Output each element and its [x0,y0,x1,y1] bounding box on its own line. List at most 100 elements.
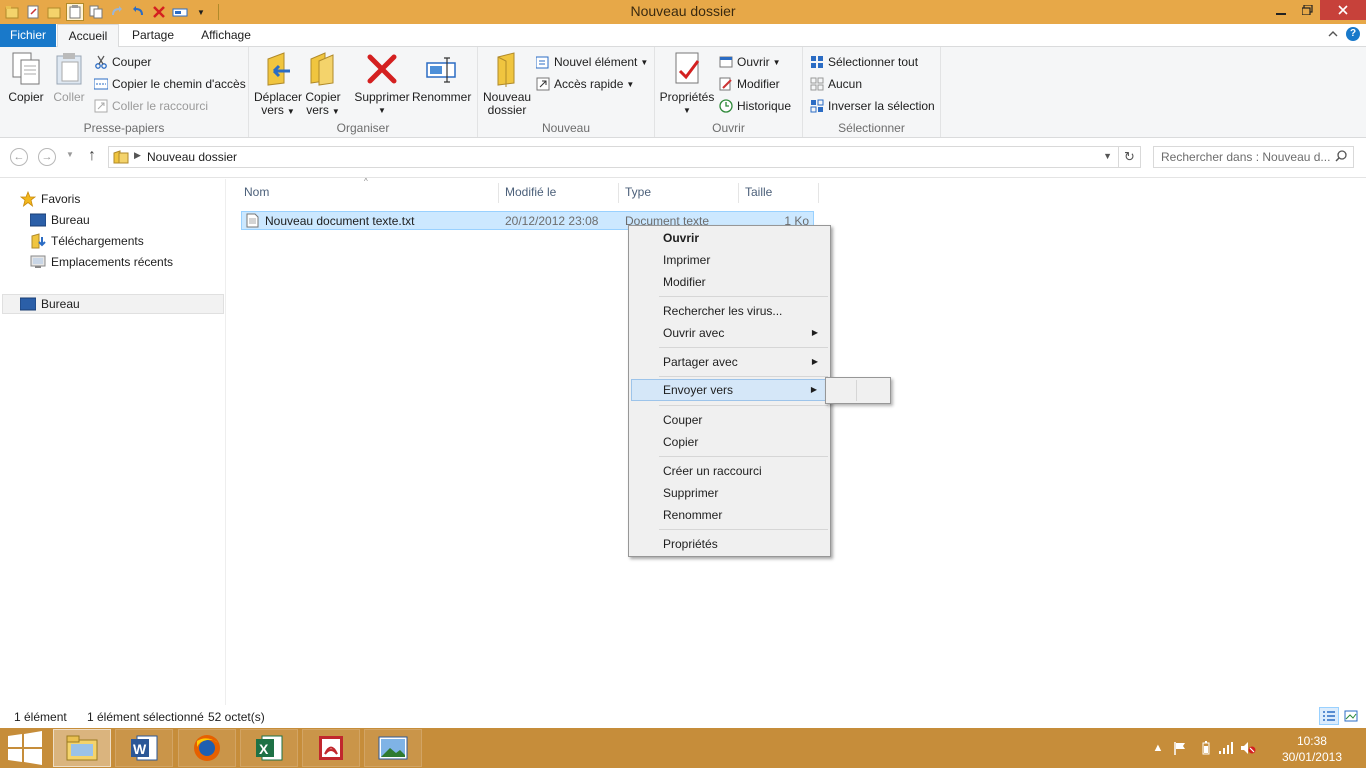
photo-viewer-icon[interactable] [364,729,422,767]
column-header-type[interactable]: Type [621,183,739,203]
nav-item-telechargements[interactable]: Téléchargements [30,231,144,251]
large-icons-view-icon[interactable] [1341,707,1361,725]
rename-button[interactable]: Renommer [412,51,471,104]
column-header-modifie[interactable]: Modifié le [501,183,619,203]
select-none-button[interactable]: Aucun [810,74,862,94]
clock-date: 30/01/2013 [1281,750,1342,764]
close-icon[interactable] [1320,0,1366,20]
easy-access-button[interactable]: Accès rapide ▼ [536,74,634,94]
forward-arrow-icon[interactable]: → [38,148,56,166]
nav-item-bureau[interactable]: Bureau [30,210,90,230]
open-button[interactable]: Ouvrir ▼ [719,52,781,72]
network-signal-icon[interactable] [1218,741,1234,755]
menu-item-renommer[interactable]: Renommer [631,504,828,526]
menu-item-partager-avec[interactable]: Partager avec ▶ [631,351,828,373]
column-header-nom[interactable]: Nom [240,183,499,203]
paste-button[interactable]: Coller [50,51,88,104]
search-icon[interactable] [1335,150,1347,165]
copy-to-button[interactable]: Copier vers ▼ [303,51,343,118]
delete-icon [364,51,400,87]
breadcrumb-chevron-icon[interactable]: ▶ [134,150,141,161]
invert-selection-button[interactable]: Inverser la sélection [810,96,935,116]
firefox-icon[interactable] [178,729,236,767]
star-icon [20,191,36,207]
recent-locations-icon[interactable]: ▼ [66,150,74,159]
copy-button[interactable]: Copier [6,51,46,104]
address-bar[interactable]: ▶ Nouveau dossier ▼ ↻ [108,146,1141,168]
show-hidden-icons-icon[interactable]: ▲ [1150,741,1166,755]
status-selected: 1 élément sélectionné [87,710,204,724]
back-arrow-icon[interactable]: ← [10,148,28,166]
up-arrow-icon[interactable]: ↑ [88,147,96,165]
excel-icon[interactable]: X [240,729,298,767]
menu-item-rechercher-virus[interactable]: Rechercher les virus... [631,300,828,322]
nav-item-favoris[interactable]: Favoris [20,189,80,209]
select-all-button[interactable]: Sélectionner tout [810,52,918,72]
properties-button[interactable]: Propriétés ▼ [659,51,715,117]
maximize-icon[interactable] [1294,0,1320,20]
copy-label: Copier [8,90,44,104]
menu-item-copier[interactable]: Copier [631,431,828,453]
collapse-ribbon-icon[interactable] [1328,27,1338,41]
ribbon: Copier Coller Couper Copier le chemin d'… [0,47,1366,138]
nav-item-bureau-root[interactable]: Bureau [20,294,80,314]
tab-partage[interactable]: Partage [124,24,182,47]
select-group: Sélectionner tout Aucun Inverser la séle… [803,47,941,137]
details-view-icon[interactable] [1319,707,1339,725]
menu-item-creer-raccourci[interactable]: Créer un raccourci [631,460,828,482]
copy-path-icon [94,77,108,91]
move-to-button[interactable]: Déplacer vers ▼ [254,51,302,118]
send-to-submenu[interactable] [825,377,891,404]
file-explorer-icon[interactable] [53,729,111,767]
clock[interactable]: 10:38 30/01/2013 [1282,733,1342,765]
menu-item-imprimer[interactable]: Imprimer [631,249,828,271]
copy-path-button[interactable]: Copier le chemin d'accès [94,74,246,94]
select-none-label: Aucun [828,77,863,91]
invert-selection-label: Inverser la sélection [828,99,935,113]
copy-to-label-2: vers [306,103,329,117]
copy-path-label: Copier le chemin d'accès [112,77,246,91]
tab-fichier[interactable]: Fichier [0,24,56,47]
breadcrumb[interactable]: Nouveau dossier [147,150,237,164]
menu-separator [659,347,828,348]
menu-item-couper[interactable]: Couper [631,409,828,431]
edit-button[interactable]: Modifier [719,74,780,94]
menu-item-envoyer-vers[interactable]: Envoyer vers ▶ [631,379,828,401]
delete-button[interactable]: Supprimer ▼ [353,51,411,117]
battery-icon[interactable] [1198,741,1214,755]
help-icon[interactable]: ? [1346,27,1360,41]
history-button[interactable]: Historique [719,96,791,116]
column-header-taille[interactable]: Taille [741,183,819,203]
properties-icon [669,51,705,87]
select-none-icon [810,77,824,91]
nav-item-emplacements[interactable]: Emplacements récents [30,252,173,272]
menu-item-supprimer[interactable]: Supprimer [631,482,828,504]
paste-shortcut-button[interactable]: Coller le raccourci [94,96,208,116]
acrobat-icon[interactable] [302,729,360,767]
word-icon[interactable]: W [115,729,173,767]
clock-time: 10:38 [1296,734,1327,748]
windows-start-icon[interactable] [2,730,48,766]
refresh-icon[interactable]: ↻ [1118,147,1140,167]
search-input[interactable]: Rechercher dans : Nouveau d... [1153,146,1354,168]
cut-button[interactable]: Couper [94,52,151,72]
new-folder-button[interactable]: Nouveau dossier [483,51,531,117]
tab-accueil[interactable]: Accueil [57,24,119,48]
volume-muted-icon[interactable] [1240,741,1256,755]
navigation-pane: Favoris Bureau Téléchargements Emplaceme… [0,179,226,705]
menu-item-ouvrir-avec[interactable]: Ouvrir avec ▶ [631,322,828,344]
menu-item-ouvrir[interactable]: Ouvrir [631,227,828,249]
nav-label-bureau-root: Bureau [41,297,80,311]
menu-item-modifier[interactable]: Modifier [631,271,828,293]
new-item-label: Nouvel élément [554,55,638,69]
minimize-icon[interactable] [1268,0,1294,20]
action-center-flag-icon[interactable] [1172,741,1188,755]
clipboard-group: Copier Coller Couper Copier le chemin d'… [0,47,249,137]
history-icon [719,99,733,113]
tab-affichage[interactable]: Affichage [190,24,262,47]
chevron-down-icon[interactable]: ▼ [1103,151,1112,161]
new-item-button[interactable]: Nouvel élément ▼ [536,52,648,72]
open-icon [719,55,733,69]
submenu-arrow-icon: ▶ [811,357,818,366]
menu-item-proprietes[interactable]: Propriétés [631,533,828,555]
